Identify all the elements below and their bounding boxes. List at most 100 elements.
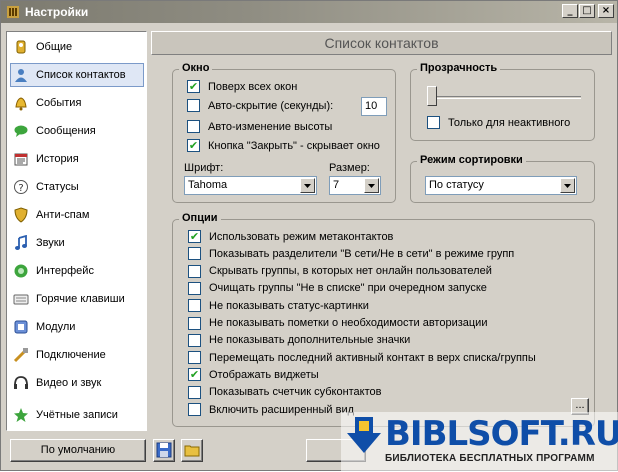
checkbox-box[interactable]: ✔ [187, 80, 200, 93]
close-hides-checkbox[interactable]: ✔ Кнопка "Закрыть" - скрывает окно [187, 139, 380, 152]
checkbox-box[interactable] [188, 264, 201, 278]
checkbox-box[interactable] [188, 281, 201, 295]
checkbox-label: Не показывать пометки о необходимости ав… [209, 317, 488, 329]
general-icon [13, 39, 29, 55]
sidebar-item-label: Звуки [36, 237, 65, 249]
sidebar-item-label: Подключение [36, 349, 106, 361]
sidebar-item-label: Список контактов [36, 69, 126, 81]
option-checkbox[interactable]: Не показывать статус-картинки [188, 299, 369, 313]
bell-icon [13, 95, 29, 111]
checkbox-label: Поверх всех окон [208, 80, 298, 93]
option-checkbox[interactable]: Не показывать пометки о необходимости ав… [188, 316, 488, 330]
status-icon: ? [13, 179, 29, 195]
connection-icon [13, 347, 29, 363]
always-on-top-checkbox[interactable]: ✔ Поверх всех окон [187, 80, 297, 93]
sidebar-item-modules[interactable]: Модули [10, 315, 144, 339]
checkbox-box[interactable] [188, 351, 201, 365]
transparency-slider-track[interactable] [427, 96, 581, 99]
option-checkbox[interactable]: ✔ Отображать виджеты [188, 368, 319, 382]
size-label: Размер: [329, 162, 370, 174]
auto-hide-seconds-input[interactable]: 10 [361, 97, 387, 116]
transparency-slider-thumb[interactable] [427, 86, 437, 106]
checkbox-box[interactable] [188, 385, 201, 399]
checkbox-box[interactable]: ✔ [188, 230, 201, 243]
page-title: Список контактов [151, 31, 612, 55]
shield-icon [13, 207, 29, 223]
font-label: Шрифт: [184, 162, 224, 174]
sidebar-item-label: Учётные записи [36, 409, 118, 421]
history-icon [13, 151, 29, 167]
group-title: Окно [179, 62, 213, 74]
chevron-down-icon[interactable] [560, 178, 575, 193]
option-checkbox[interactable]: Показывать счетчик субконтактов [188, 385, 382, 399]
save-settings-button[interactable] [153, 439, 175, 462]
sidebar-item-events[interactable]: События [10, 91, 144, 115]
contacts-icon [13, 67, 29, 83]
transparency-group: Прозрачность Только для неактивного [410, 62, 595, 141]
sidebar-item-messages[interactable]: Сообщения [10, 119, 144, 143]
font-select[interactable]: Tahoma [184, 176, 317, 195]
title-bar[interactable]: Настройки _ □ × [1, 1, 617, 23]
close-button[interactable]: × [598, 4, 614, 18]
options-group: Опции ✔ Использовать режим метаконтактов П… [172, 212, 595, 427]
checkbox-box[interactable] [188, 247, 201, 261]
checkbox-box[interactable]: ✔ [188, 368, 201, 382]
sidebar-item-label: История [36, 153, 79, 165]
auto-hide-checkbox[interactable]: Авто-скрытие (секунды): [187, 99, 333, 112]
option-checkbox[interactable]: Скрывать группы, в которых нет онлайн по… [188, 264, 492, 278]
option-checkbox[interactable]: Не показывать дополнительные значки [188, 333, 411, 347]
checkbox-label: Авто-изменение высоты [208, 120, 333, 133]
sidebar-item-antispam[interactable]: Анти-спам [10, 203, 144, 227]
sidebar-item-video-audio[interactable]: Видео и звук [10, 371, 144, 395]
checkbox-label: Показывать счетчик субконтактов [209, 386, 382, 399]
chevron-down-icon[interactable] [364, 178, 379, 193]
maximize-button[interactable]: □ [579, 4, 595, 18]
watermark-brand: BIBLSOFT.RU [385, 414, 618, 454]
minimize-button[interactable]: _ [562, 4, 578, 18]
sidebar-item-accounts[interactable]: Учётные записи [10, 403, 144, 427]
sidebar-item-label: Интерфейс [36, 265, 94, 277]
accounts-icon [13, 407, 29, 423]
sidebar-item-contact-list[interactable]: Список контактов [10, 63, 144, 87]
sidebar-item-history[interactable]: История [10, 147, 144, 171]
inactive-only-checkbox[interactable]: Только для неактивного [427, 116, 570, 129]
option-checkbox[interactable]: Очищать группы "Не в списке" при очередн… [188, 281, 487, 295]
checkbox-box[interactable] [188, 403, 201, 416]
checkbox-box[interactable] [188, 333, 201, 347]
checkbox-box[interactable] [427, 116, 440, 129]
size-select[interactable]: 7 [329, 176, 381, 195]
chevron-down-icon[interactable] [300, 178, 315, 193]
checkbox-box[interactable]: ✔ [187, 139, 200, 152]
checkbox-label: Не показывать статус-картинки [209, 299, 369, 312]
sidebar-item-hotkeys[interactable]: Горячие клавиши [10, 287, 144, 311]
checkbox-label: Авто-скрытие (секунды): [208, 99, 334, 112]
sidebar-item-general[interactable]: Общие [10, 35, 144, 59]
sort-mode-select[interactable]: По статусу [425, 176, 577, 195]
checkbox-box[interactable] [188, 299, 201, 313]
defaults-button[interactable]: По умолчанию [10, 439, 146, 462]
option-checkbox[interactable]: Включить расширенный вид [188, 403, 354, 416]
checkbox-box[interactable] [188, 316, 201, 330]
sidebar-item-interface[interactable]: Интерфейс [10, 259, 144, 283]
app-icon [7, 6, 19, 18]
size-select-value: 7 [333, 179, 340, 191]
checkbox-label: Не показывать дополнительные значки [209, 334, 411, 347]
checkbox-label: Показывать разделители "В сети/Не в сети… [209, 247, 515, 260]
sidebar-item-statuses[interactable]: ? Статусы [10, 175, 144, 199]
option-checkbox[interactable]: Перемещать последний активный контакт в … [188, 351, 536, 365]
checkbox-box[interactable] [187, 120, 200, 133]
checkbox-box[interactable] [187, 99, 200, 112]
sidebar-item-label: Видео и звук [36, 377, 102, 389]
sidebar-item-label: События [36, 97, 82, 109]
watermark-tagline: БИБЛИОТЕКА БЕСПЛАТНЫХ ПРОГРАММ [385, 453, 595, 464]
auto-height-checkbox[interactable]: Авто-изменение высоты [187, 120, 332, 133]
option-checkbox[interactable]: ✔ Использовать режим метаконтактов [188, 230, 393, 243]
checkbox-label: Использовать режим метаконтактов [209, 230, 394, 243]
sidebar-item-sounds[interactable]: Звуки [10, 231, 144, 255]
checkbox-label: Очищать группы "Не в списке" при очередн… [209, 282, 487, 295]
open-settings-button[interactable] [181, 439, 203, 462]
sidebar-item-connection[interactable]: Подключение [10, 343, 144, 367]
headset-icon [13, 375, 29, 391]
option-checkbox[interactable]: Показывать разделители "В сети/Не в сети… [188, 247, 515, 261]
window-group: Окно ✔ Поверх всех окон Авто-скрытие (се… [172, 62, 396, 203]
